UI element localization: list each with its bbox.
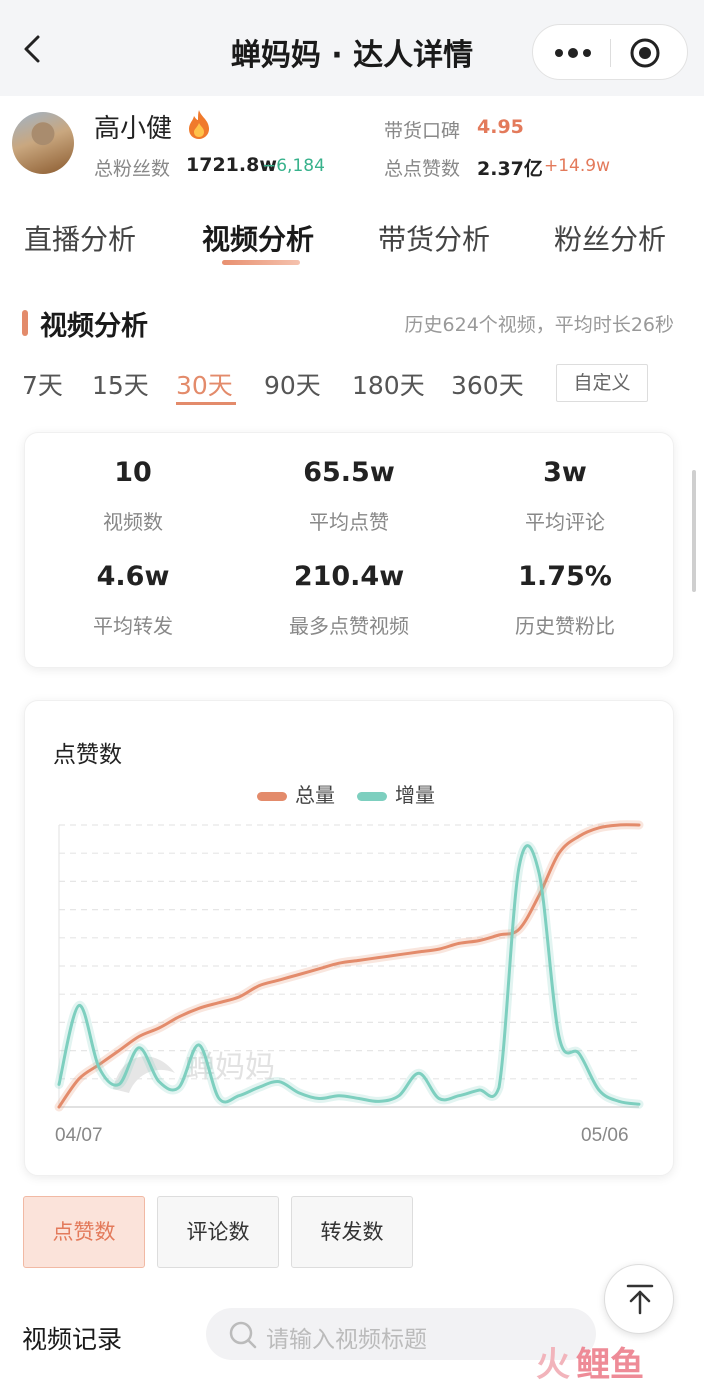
analysis-tab-bar: 直播分析 视频分析 带货分析 粉丝分析: [0, 196, 704, 284]
tab-fans-analysis[interactable]: 粉丝分析: [554, 218, 666, 258]
rating-value: 4.95: [477, 116, 524, 138]
legend-label-total: 总量: [295, 783, 335, 807]
video-records-title: 视频记录: [22, 1325, 123, 1354]
metric-avg-likes: 65.5w 平均点赞: [249, 457, 449, 535]
range-15d[interactable]: 15天: [92, 366, 149, 402]
metric-label: 视频数: [103, 510, 163, 534]
metric-value: 210.4w: [293, 561, 405, 592]
video-analysis-panel: 视频分析 历史624个视频，平均时长26秒 7天 15天 30天 90天 180…: [0, 284, 704, 1384]
section-accent-bar: [22, 310, 28, 336]
metric-top-liked-video: 210.4w 最多点赞视频: [249, 561, 449, 639]
back-to-top-button[interactable]: [604, 1264, 674, 1334]
mini-program-capsule: [532, 24, 688, 80]
top-nav-bar: 蝉妈妈 · 达人详情: [0, 0, 704, 96]
range-30d[interactable]: 30天: [176, 366, 233, 402]
chart-title: 点赞数: [53, 742, 122, 768]
section-subtitle: 历史624个视频，平均时长26秒: [404, 314, 674, 336]
stats-card: 10 视频数 65.5w 平均点赞 3w 平均评论 4.6w 平均转发 210.…: [24, 432, 674, 668]
legend-swatch-increment: [357, 792, 387, 801]
legend-label-increment: 增量: [395, 783, 435, 807]
metric-label: 平均评论: [525, 510, 605, 534]
metric-label: 最多点赞视频: [289, 614, 409, 638]
chart-series: [54, 820, 644, 1112]
metric-value: 10: [114, 457, 152, 488]
shares-metric-button[interactable]: 转发数: [291, 1196, 413, 1268]
tab-video-analysis[interactable]: 视频分析: [202, 218, 314, 258]
legend-swatch-total: [257, 792, 287, 801]
likes-value: 2.37亿: [477, 158, 543, 180]
legend-item-total[interactable]: 总量: [257, 779, 335, 808]
search-placeholder: 请输入视频标题: [266, 1327, 427, 1353]
metric-video-count: 10 视频数: [33, 457, 233, 535]
capsule-divider: [610, 39, 611, 67]
metric-value: 3w: [543, 457, 587, 488]
metric-value: 4.6w: [96, 561, 170, 592]
metric-label: 平均点赞: [309, 510, 389, 534]
range-90d[interactable]: 90天: [264, 366, 321, 402]
likes-label: 总点赞数: [384, 158, 461, 180]
metric-value: 65.5w: [303, 457, 395, 488]
brand-watermark-text: 鲤鱼: [576, 1346, 644, 1384]
metric-value: 1.75%: [518, 561, 612, 592]
metric-avg-comments: 3w 平均评论: [465, 457, 665, 535]
more-dots-icon[interactable]: [551, 39, 595, 67]
custom-range-button[interactable]: 自定义: [556, 364, 648, 402]
range-360d[interactable]: 360天: [451, 366, 524, 402]
metric-like-fan-ratio: 1.75% 历史赞粉比: [465, 561, 665, 639]
active-tab-indicator: [222, 260, 300, 265]
metric-label: 历史赞粉比: [515, 614, 615, 638]
range-7d[interactable]: 7天: [22, 366, 63, 402]
metric-avg-shares: 4.6w 平均转发: [33, 561, 233, 639]
x-tick-label: 04/07: [55, 1125, 103, 1146]
search-icon: [229, 1321, 257, 1349]
rating-label: 带货口碑: [384, 120, 461, 142]
arrow-up-icon: [626, 1284, 654, 1315]
legend-item-increment[interactable]: 增量: [357, 779, 435, 808]
x-tick-label: 05/06: [581, 1125, 629, 1146]
fans-label: 总粉丝数: [94, 158, 171, 180]
fans-delta: −6,184: [262, 156, 325, 176]
svg-text:火: 火: [536, 1346, 570, 1384]
chart-watermark: 蝉妈妈: [185, 1051, 275, 1084]
likes-line-chart: 蝉妈妈 04/07 05/06: [54, 820, 644, 1146]
fire-icon: [189, 110, 209, 139]
active-range-indicator: [176, 402, 236, 405]
section-title: 视频分析: [40, 311, 148, 342]
avatar[interactable]: [12, 112, 74, 174]
tab-live-analysis[interactable]: 直播分析: [24, 218, 136, 258]
likes-metric-button[interactable]: 点赞数: [23, 1196, 145, 1268]
likes-delta: +14.9w: [544, 156, 610, 176]
range-180d[interactable]: 180天: [352, 366, 425, 402]
metric-label: 平均转发: [93, 614, 173, 638]
kol-name: 高小健: [94, 114, 173, 144]
page-scrollbar[interactable]: [692, 470, 696, 592]
kol-profile-header: 高小健 总粉丝数 1721.8w −6,184 带货口碑 4.95 总点赞数 2…: [0, 96, 704, 196]
tab-sales-analysis[interactable]: 带货分析: [378, 218, 490, 258]
brand-watermark-logo: 火 鲤鱼: [536, 1346, 644, 1384]
likes-chart-card: 蝉妈妈 04/07 05/06 点赞数 总量 增量: [24, 700, 674, 1176]
close-target-icon[interactable]: [629, 37, 661, 69]
comments-metric-button[interactable]: 评论数: [157, 1196, 279, 1268]
